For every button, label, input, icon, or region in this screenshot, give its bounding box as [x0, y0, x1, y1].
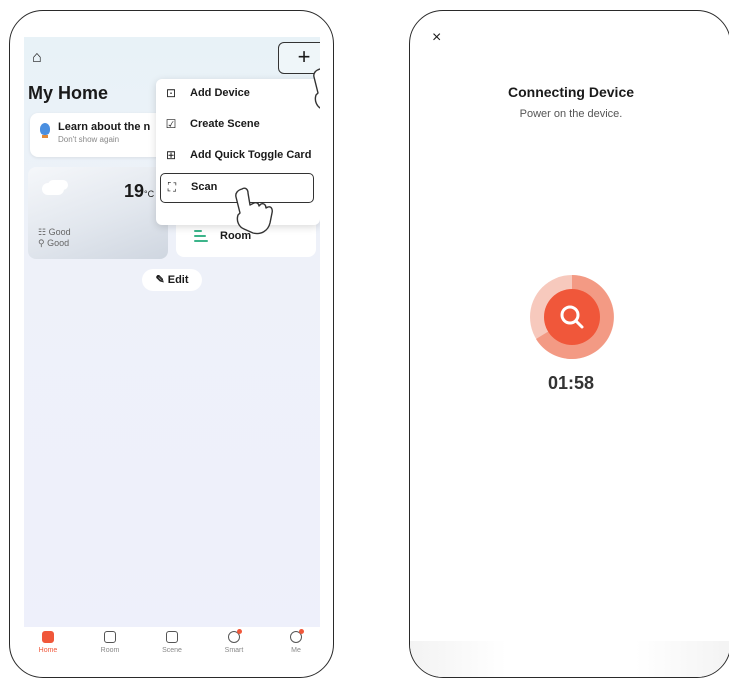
weather-card[interactable]: 19°C ☷ Good ⚲ Good: [28, 167, 168, 259]
add-device-icon: ⊡: [165, 86, 177, 100]
home-outline-icon[interactable]: ⌂: [32, 49, 42, 67]
pointer-hand-icon: [313, 68, 320, 109]
tab-smart[interactable]: Smart: [212, 629, 256, 654]
pointer-hand-icon: [235, 187, 273, 235]
phone-frame-connecting: × Connecting Device Power on the device.…: [409, 10, 729, 678]
home-screen: ⌂ + My Home Learn about the n Don't show…: [24, 37, 320, 667]
tab-home[interactable]: Home: [26, 631, 70, 654]
air-quality-2: ⚲ Good: [38, 238, 70, 248]
lightbulb-icon: [40, 123, 50, 135]
banner-title: Learn about the n: [58, 121, 151, 133]
tip-banner[interactable]: Learn about the n Don't show again: [30, 113, 170, 157]
banner-dismiss-link[interactable]: Don't show again: [58, 135, 119, 144]
quick-toggle-icon: ⊞: [165, 148, 177, 162]
home-icon: [42, 631, 54, 643]
menu-item-create-scene[interactable]: ☑ Create Scene: [156, 110, 320, 140]
phone-frame-home: ⌂ + My Home Learn about the n Don't show…: [9, 10, 334, 678]
room-list-icon: [194, 230, 208, 245]
create-scene-icon: ☑: [165, 117, 177, 131]
edit-button[interactable]: ✎ Edit: [142, 269, 202, 291]
smart-icon: [228, 629, 242, 643]
cloud-icon: [42, 183, 64, 195]
menu-item-add-device[interactable]: ⊡ Add Device: [156, 79, 320, 109]
room-icon: [104, 631, 116, 643]
menu-item-quick-toggle[interactable]: ⊞ Add Quick Toggle Card: [156, 141, 320, 171]
bottom-tab-bar: Home Room Scene Smart Me: [24, 627, 320, 667]
page-title: My Home: [28, 83, 109, 103]
search-progress-ring: [530, 275, 614, 359]
page-title: Connecting Device: [507, 84, 635, 100]
page-subtitle: Power on the device.: [519, 108, 623, 120]
temperature: 19°C: [124, 181, 155, 201]
me-icon: [290, 629, 304, 643]
tab-me[interactable]: Me: [274, 629, 318, 654]
air-quality-1: ☷ Good: [38, 227, 71, 237]
countdown-timer: 01:58: [547, 373, 595, 393]
close-icon[interactable]: ×: [432, 29, 441, 47]
tab-scene[interactable]: Scene: [150, 631, 194, 654]
scene-icon: [166, 631, 178, 643]
tab-room[interactable]: Room: [88, 631, 132, 654]
scan-icon: ⛶: [167, 180, 177, 194]
